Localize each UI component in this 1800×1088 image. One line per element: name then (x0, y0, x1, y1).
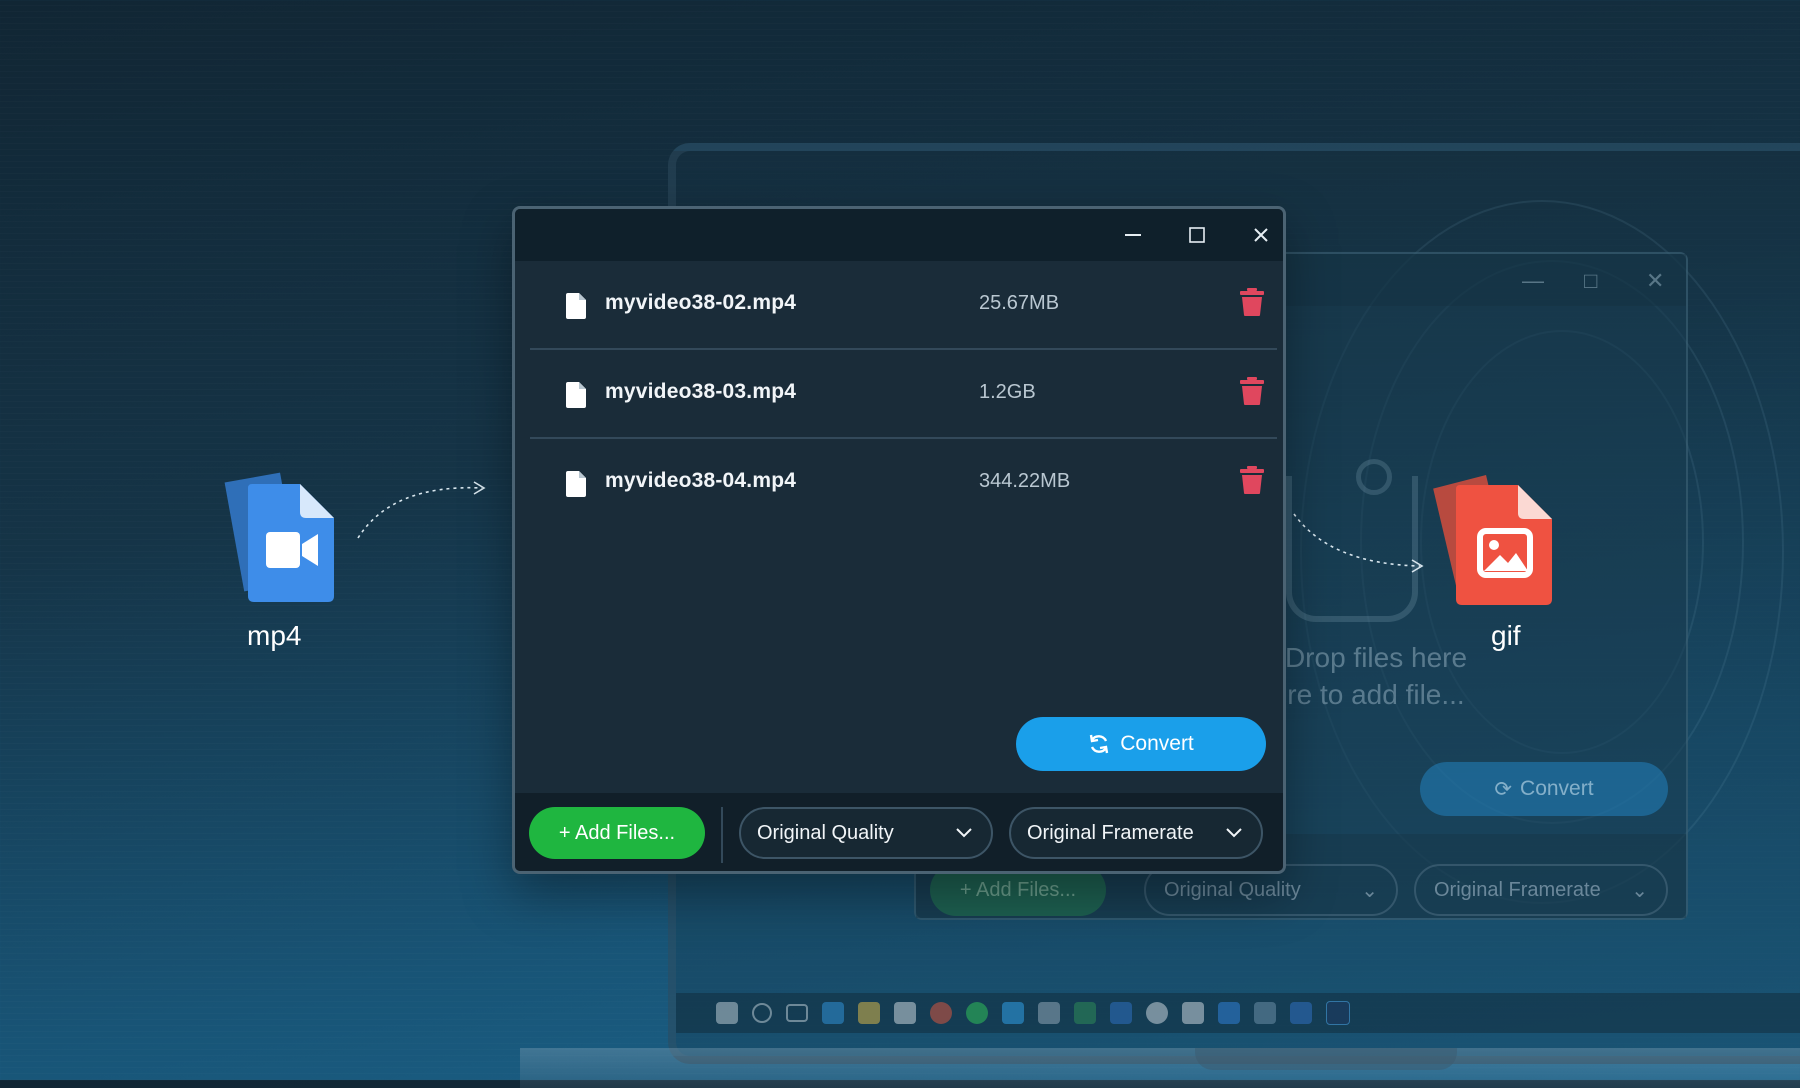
laptop-base (520, 1048, 1800, 1088)
document-icon (566, 382, 586, 408)
quality-value: Original Quality (757, 821, 894, 844)
maximize-icon: □ (1584, 268, 1598, 293)
drop-text: re to add file... (1287, 679, 1465, 710)
network-icon (1254, 1002, 1276, 1024)
xbox-icon (1146, 1002, 1168, 1024)
taskbar (676, 993, 1800, 1033)
framerate-value: Original Framerate (1434, 878, 1601, 901)
photoshop-icon (1326, 1001, 1350, 1025)
trash-icon[interactable] (1240, 466, 1264, 494)
close-button[interactable] (1243, 218, 1279, 252)
edge-icon (822, 1002, 844, 1024)
document-icon (566, 471, 586, 497)
framerate-select[interactable]: Original Framerate (1009, 807, 1263, 859)
windows-start-icon (716, 1002, 738, 1024)
excel-icon (1074, 1002, 1096, 1024)
refresh-icon: ⟳ (1494, 777, 1513, 801)
convert-label: Convert (1120, 732, 1194, 755)
store-icon (894, 1002, 916, 1024)
minimize-icon: — (1522, 268, 1544, 293)
close-icon: ✕ (1646, 268, 1665, 293)
hand-pointer-icon (1356, 459, 1392, 495)
chevron-down-icon (1226, 828, 1242, 838)
add-files-label: + Add Files... (558, 821, 676, 844)
word-icon (1290, 1002, 1312, 1024)
titlebar (515, 209, 1283, 261)
outlook-icon (1110, 1002, 1132, 1024)
file-row: myvideo38-03.mp4 1.2GB (530, 350, 1277, 439)
target-format-label: gif (1491, 620, 1521, 651)
chevron-down-icon: ⌄ (1631, 879, 1648, 902)
file-size: 1.2GB (979, 381, 1036, 403)
file-row: myvideo38-04.mp4 344.22MB (530, 439, 1277, 528)
file-size: 344.22MB (979, 470, 1071, 492)
framerate-value: Original Framerate (1027, 821, 1194, 844)
quality-select[interactable]: Original Quality (739, 807, 993, 859)
chevron-down-icon (956, 828, 972, 838)
app-icon (1038, 1002, 1060, 1024)
drop-text: Drop files here (1284, 642, 1468, 673)
add-files-label: + Add Files... (959, 878, 1077, 901)
flow-arrow (357, 481, 486, 539)
task-view-icon (786, 1004, 808, 1022)
mail-icon (1182, 1002, 1204, 1024)
laptop-notch (1195, 1048, 1457, 1070)
background-convert-button: ⟳ Convert (1420, 762, 1668, 816)
maximize-button[interactable] (1179, 218, 1215, 252)
file-name: myvideo38-02.mp4 (605, 291, 797, 314)
drop-zone-text: Drop files here re to add file... (1276, 639, 1476, 713)
folder-icon (858, 1002, 880, 1024)
toolbar-divider (721, 807, 723, 863)
trash-icon[interactable] (1240, 377, 1264, 405)
convert-button[interactable]: Convert (1016, 717, 1266, 771)
file-name: myvideo38-04.mp4 (605, 469, 797, 492)
trash-icon[interactable] (1240, 288, 1264, 316)
video-file-icon (224, 472, 334, 602)
chevron-down-icon: ⌄ (1361, 879, 1378, 902)
convert-label: Convert (1520, 777, 1594, 800)
image-file-icon (1433, 475, 1552, 605)
minimize-button[interactable] (1115, 218, 1151, 252)
background-framerate-select: Original Framerate ⌄ (1414, 864, 1668, 916)
source-format-label: mp4 (247, 620, 302, 651)
document-icon (566, 293, 586, 319)
twitter-icon (1002, 1002, 1024, 1024)
quality-value: Original Quality (1164, 878, 1301, 901)
flow-arrow (1293, 513, 1424, 573)
refresh-icon (1090, 734, 1109, 754)
chrome-icon (930, 1002, 952, 1024)
search-icon (752, 1003, 772, 1023)
file-size: 25.67MB (979, 292, 1060, 314)
file-name: myvideo38-03.mp4 (605, 380, 797, 403)
app-n-icon (1218, 1002, 1240, 1024)
spotify-icon (966, 1002, 988, 1024)
converter-window: myvideo38-02.mp4 25.67MB myvideo38-03.mp… (512, 206, 1286, 874)
maximize-icon (1189, 227, 1205, 243)
file-row: myvideo38-02.mp4 25.67MB (530, 261, 1277, 350)
add-files-button[interactable]: + Add Files... (529, 807, 705, 859)
minimize-icon (1125, 234, 1141, 236)
close-icon (1254, 228, 1268, 242)
bottom-toolbar: + Add Files... Original Quality Original… (515, 793, 1283, 871)
